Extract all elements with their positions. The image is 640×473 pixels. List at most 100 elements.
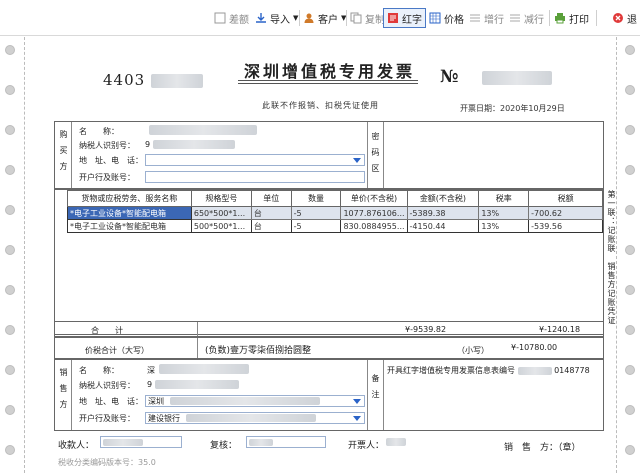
redacted-block bbox=[155, 380, 239, 389]
copy-side-note: 第一联：记账联 销售方记账凭证 bbox=[607, 190, 616, 325]
redacted-block bbox=[482, 70, 553, 85]
seller-bank-select[interactable]: 建设银行 bbox=[145, 412, 365, 424]
item-name-cell[interactable]: *电子工业设备*智能配电箱 bbox=[67, 206, 192, 220]
payee-input[interactable] bbox=[100, 436, 182, 448]
redacted-block bbox=[150, 74, 203, 88]
redacted-block bbox=[249, 439, 273, 446]
difference-icon bbox=[214, 12, 226, 24]
feed-hole bbox=[625, 285, 635, 295]
red-invoice-label: 红字 bbox=[402, 14, 422, 26]
feed-hole bbox=[5, 365, 15, 375]
grand-total-upper: (负数)壹万零柒佰捌拾圆整 bbox=[205, 346, 312, 356]
seller-seal-label: 销 售 方：（章） bbox=[504, 443, 581, 453]
difference-button[interactable]: 差额 bbox=[214, 9, 249, 27]
payee-label: 收款人： bbox=[58, 441, 95, 451]
customer-icon bbox=[304, 13, 314, 23]
unit-cell[interactable]: 台 bbox=[250, 206, 292, 220]
grand-total-row: 价税合计（大写） (负数)壹万零柒佰捌拾圆整 （小写） ¥-10780.00 bbox=[54, 337, 604, 359]
remark-section-label: 备注 bbox=[371, 374, 380, 406]
seller-taxid-prefix: 9 bbox=[147, 380, 153, 389]
exit-button[interactable]: 退 bbox=[612, 9, 637, 27]
grand-total-lower: ¥-10780.00 bbox=[511, 343, 558, 352]
feed-hole bbox=[625, 45, 635, 55]
title-underline bbox=[238, 83, 418, 84]
invoice-number-symbol: № bbox=[440, 67, 459, 87]
copy-note: 此联不作报销、扣税凭证使用 bbox=[262, 101, 379, 110]
remark-prefix: 开具红字增值税专用发票信息表编号 bbox=[387, 366, 515, 375]
feed-hole bbox=[5, 245, 15, 255]
feed-hole bbox=[5, 445, 15, 455]
add-row-button[interactable]: 增行 bbox=[469, 9, 504, 27]
customer-button[interactable]: 客户 ▼ bbox=[303, 9, 346, 27]
password-section-label: 密码区 bbox=[371, 132, 380, 180]
price-button[interactable]: 价格 bbox=[429, 9, 464, 27]
buyer-bank-select[interactable] bbox=[145, 171, 365, 183]
total-tax: ¥-1240.18 bbox=[539, 325, 581, 334]
goods-table: 货物或应税劳务、服务名称 规格型号 单位 数量 单价(不含税) 金额(不含税) … bbox=[67, 190, 603, 233]
tax-amount-cell[interactable]: -700.62 bbox=[528, 206, 603, 220]
quantity-cell[interactable]: -5 bbox=[290, 219, 342, 233]
seller-addr-label: 地 址、电 话： bbox=[79, 397, 143, 406]
divider bbox=[367, 122, 368, 188]
feed-hole bbox=[625, 325, 635, 335]
price-icon bbox=[429, 12, 441, 24]
red-invoice-button[interactable]: 红字 bbox=[383, 8, 426, 28]
grand-total-label: 价税合计（大写） bbox=[85, 346, 149, 355]
perforation-line bbox=[24, 37, 25, 473]
seller-block: 销售方 名 称： 深 纳税人识别号： 9 地 址、电 话： 深圳 开户行及账号：… bbox=[54, 359, 604, 431]
remark-suffix: 0148778 bbox=[554, 366, 590, 375]
tax-rate-cell[interactable]: 13% bbox=[478, 206, 530, 220]
seller-name-label: 名 称： bbox=[79, 366, 119, 375]
add-row-label: 增行 bbox=[484, 14, 504, 26]
spec-cell[interactable]: 650*500*1... bbox=[190, 206, 252, 220]
chevron-down-icon: ▼ bbox=[293, 14, 299, 22]
delete-row-button[interactable]: 减行 bbox=[509, 9, 544, 27]
import-icon bbox=[256, 13, 266, 23]
divider bbox=[383, 360, 384, 430]
feed-hole bbox=[625, 205, 635, 215]
reviewer-input[interactable] bbox=[246, 436, 326, 448]
toolbar: 差额 导入 ▼ 客户 ▼ 复制 红字 价格 增行 减行 打印 退 bbox=[0, 0, 640, 36]
remark-text: 开具红字增值税专用发票信息表编号 0148778 bbox=[387, 365, 590, 376]
feed-hole bbox=[5, 325, 15, 335]
unit-cell[interactable]: 台 bbox=[250, 219, 292, 233]
buyer-address-select[interactable] bbox=[145, 154, 365, 166]
redacted-block bbox=[103, 439, 143, 446]
tax-amount-cell[interactable]: -539.56 bbox=[528, 219, 603, 233]
delete-row-label: 减行 bbox=[524, 14, 544, 26]
feed-hole bbox=[625, 165, 635, 175]
divider bbox=[367, 360, 368, 430]
price-cell[interactable]: 830.0884955... bbox=[340, 219, 408, 233]
print-button[interactable]: 打印 bbox=[554, 9, 589, 27]
column-header: 货物或应税劳务、服务名称 bbox=[67, 190, 192, 207]
feed-hole bbox=[5, 285, 15, 295]
table-row[interactable]: *电子工业设备*智能配电箱 650*500*1... 台 -5 1077.876… bbox=[67, 206, 603, 220]
invoice-code-prefix: 4403 bbox=[103, 71, 146, 89]
redacted-block bbox=[186, 414, 316, 422]
column-header: 规格型号 bbox=[190, 190, 252, 207]
quantity-cell[interactable]: -5 bbox=[290, 206, 342, 220]
item-name-cell[interactable]: *电子工业设备*智能配电箱 bbox=[67, 219, 192, 233]
chevron-down-icon bbox=[353, 399, 361, 404]
price-cell[interactable]: 1077.876106... bbox=[340, 206, 408, 220]
amount-cell[interactable]: -4150.44 bbox=[406, 219, 480, 233]
column-header: 数量 bbox=[290, 190, 342, 207]
grand-total-lower-label: （小写） bbox=[457, 346, 489, 355]
invoice-paper: 4403 深圳增值税专用发票 № 此联不作报销、扣税凭证使用 开票日期：2020… bbox=[0, 37, 640, 473]
amount-cell[interactable]: -5389.38 bbox=[406, 206, 480, 220]
issue-date: 开票日期：2020年10月29日 bbox=[460, 103, 565, 114]
table-row[interactable]: *电子工业设备*智能配电箱 500*500*1... 台 -5 830.0884… bbox=[67, 219, 603, 233]
import-button[interactable]: 导入 ▼ bbox=[255, 9, 298, 27]
issue-date-label: 开票日期： bbox=[460, 104, 500, 113]
copy-button[interactable]: 复制 bbox=[350, 9, 385, 27]
redacted-block bbox=[386, 438, 406, 446]
invoice-code: 4403 bbox=[103, 71, 203, 89]
invoice-title: 深圳增值税专用发票 bbox=[244, 62, 416, 81]
seller-address-select[interactable]: 深圳 bbox=[145, 395, 365, 407]
tax-rate-cell[interactable]: 13% bbox=[478, 219, 530, 233]
total-label: 合 计 bbox=[91, 326, 123, 335]
feed-hole bbox=[5, 405, 15, 415]
total-amount: ¥-9539.82 bbox=[405, 325, 447, 334]
seller-section-label: 销售方 bbox=[59, 368, 68, 416]
spec-cell[interactable]: 500*500*1... bbox=[190, 219, 252, 233]
